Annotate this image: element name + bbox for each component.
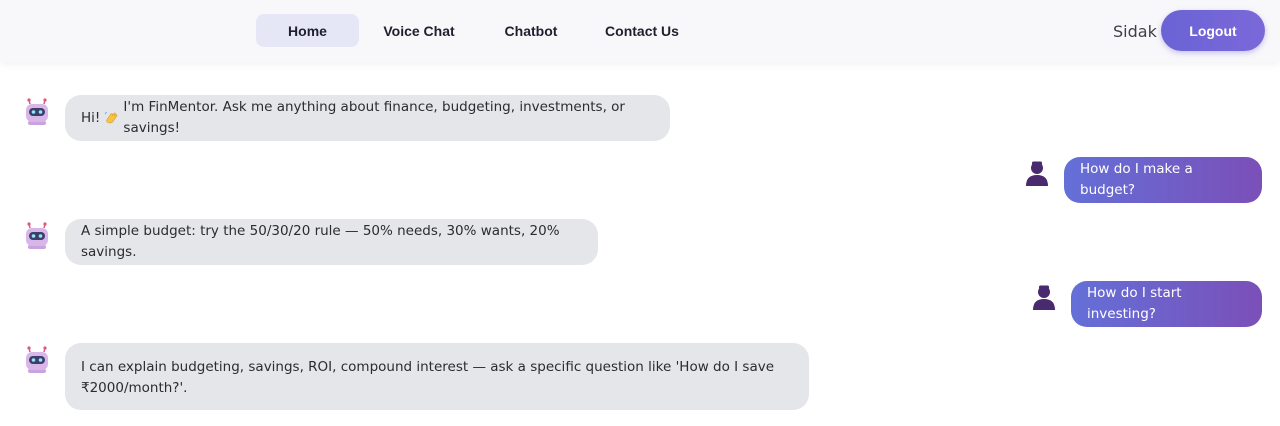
top-navbar: Home Voice Chat Chatbot Contact Us Sidak… <box>0 0 1280 62</box>
waving-hand-icon <box>104 111 118 124</box>
robot-avatar-icon <box>26 222 48 249</box>
robot-avatar-icon <box>26 346 48 373</box>
bot-message: I can explain budgeting, savings, ROI, c… <box>65 343 809 410</box>
username-label: Sidak <box>1113 22 1157 41</box>
message-text: I'm FinMentor. Ask me anything about fin… <box>123 99 625 136</box>
bot-message: A simple budget: try the 50/30/20 rule —… <box>65 219 598 265</box>
bot-message: Hi! I'm FinMentor. Ask me anything about… <box>65 95 670 141</box>
message-text: Hi! <box>81 109 101 126</box>
chat-message-list: Hi! I'm FinMentor. Ask me anything about… <box>0 62 1280 426</box>
nav-contact-us-link[interactable]: Contact Us <box>594 14 690 47</box>
nav-chatbot-link[interactable]: Chatbot <box>486 14 576 47</box>
robot-avatar-icon <box>26 98 48 125</box>
nav-voice-chat-link[interactable]: Voice Chat <box>370 14 468 47</box>
user-avatar-icon <box>1026 161 1048 186</box>
nav-home-link[interactable]: Home <box>256 14 359 47</box>
user-message: How do I start investing? <box>1071 281 1262 327</box>
user-avatar-icon <box>1033 285 1055 310</box>
user-message: How do I make a budget? <box>1064 157 1262 203</box>
logout-button[interactable]: Logout <box>1161 10 1265 51</box>
